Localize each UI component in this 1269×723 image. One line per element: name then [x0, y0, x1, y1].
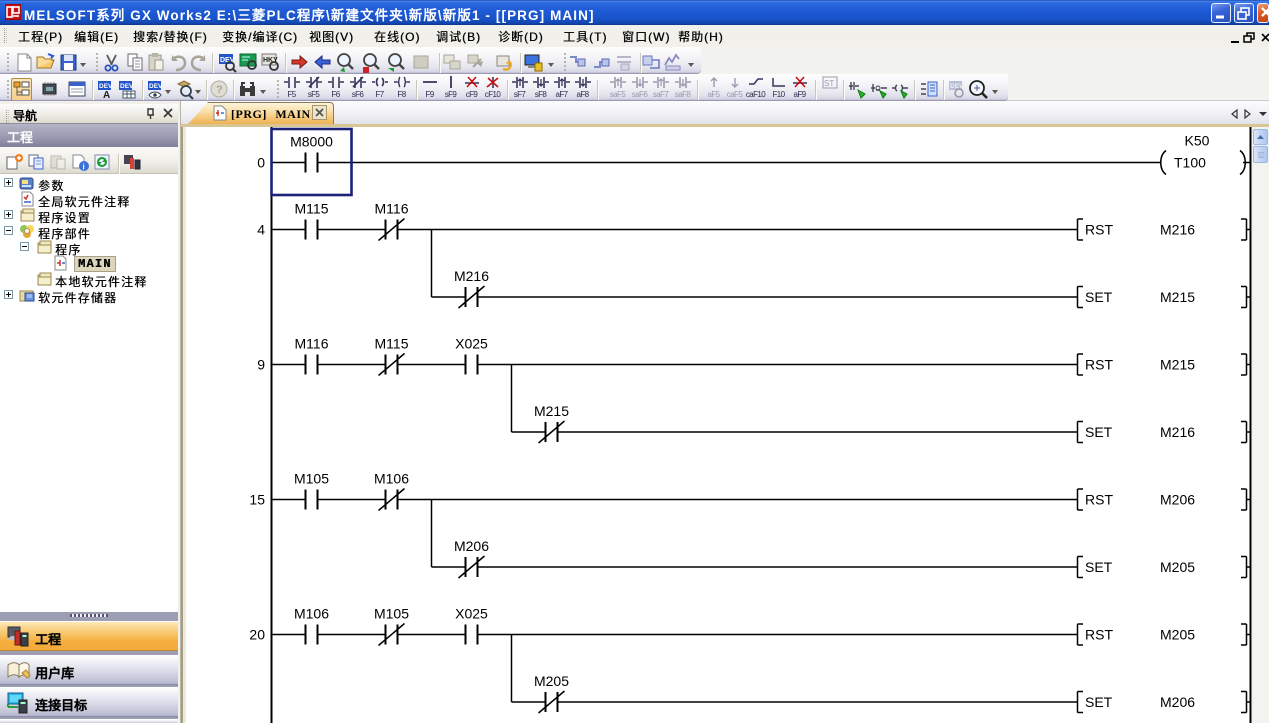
svg-text:M115: M115	[295, 201, 329, 217]
svg-text:M205: M205	[1160, 559, 1195, 575]
svg-text:0: 0	[257, 155, 265, 171]
svg-text:M206: M206	[1160, 694, 1195, 710]
svg-text:M215: M215	[1160, 357, 1195, 373]
svg-text:M205: M205	[534, 673, 569, 689]
svg-text:?: ?	[216, 84, 223, 96]
svg-text:M205: M205	[1160, 627, 1195, 643]
svg-text:DEV: DEV	[99, 83, 113, 90]
svg-text:SET: SET	[1085, 424, 1113, 440]
svg-text:DEV: DEV	[149, 83, 163, 90]
svg-text:RST: RST	[1085, 357, 1113, 373]
svg-text:M106: M106	[294, 606, 329, 622]
svg-text:SET: SET	[1085, 559, 1113, 575]
svg-text:4: 4	[257, 222, 265, 238]
svg-text:M106: M106	[374, 471, 409, 487]
svg-text:9: 9	[257, 357, 265, 373]
svg-text:M116: M116	[375, 201, 409, 217]
svg-text:M116: M116	[295, 336, 329, 352]
svg-text:RST: RST	[1085, 492, 1113, 508]
svg-text:SET: SET	[1085, 694, 1113, 710]
svg-text:M206: M206	[1160, 492, 1195, 508]
svg-text:M115: M115	[375, 336, 409, 352]
svg-text:M216: M216	[1160, 424, 1195, 440]
svg-text:K50: K50	[1185, 133, 1210, 149]
svg-text:M215: M215	[1160, 289, 1195, 305]
svg-text:X025: X025	[455, 606, 488, 622]
svg-text:DEV: DEV	[120, 83, 134, 90]
svg-text:M216: M216	[1160, 222, 1195, 238]
svg-text:20: 20	[249, 627, 265, 643]
svg-text:M206: M206	[454, 538, 489, 554]
svg-text:M216: M216	[454, 268, 489, 284]
svg-text:RST: RST	[1085, 222, 1113, 238]
svg-text:SET: SET	[1085, 289, 1113, 305]
svg-text:RST: RST	[1085, 627, 1113, 643]
svg-text:M215: M215	[534, 403, 569, 419]
svg-text:i: i	[83, 163, 85, 172]
svg-text:ST: ST	[824, 79, 834, 88]
svg-text:M105: M105	[374, 606, 409, 622]
svg-text:T100: T100	[1174, 155, 1206, 171]
svg-text:M8000: M8000	[290, 134, 333, 150]
svg-text:A: A	[103, 90, 110, 100]
svg-text:M105: M105	[294, 471, 329, 487]
svg-text:X025: X025	[455, 336, 488, 352]
svg-text:15: 15	[249, 492, 265, 508]
